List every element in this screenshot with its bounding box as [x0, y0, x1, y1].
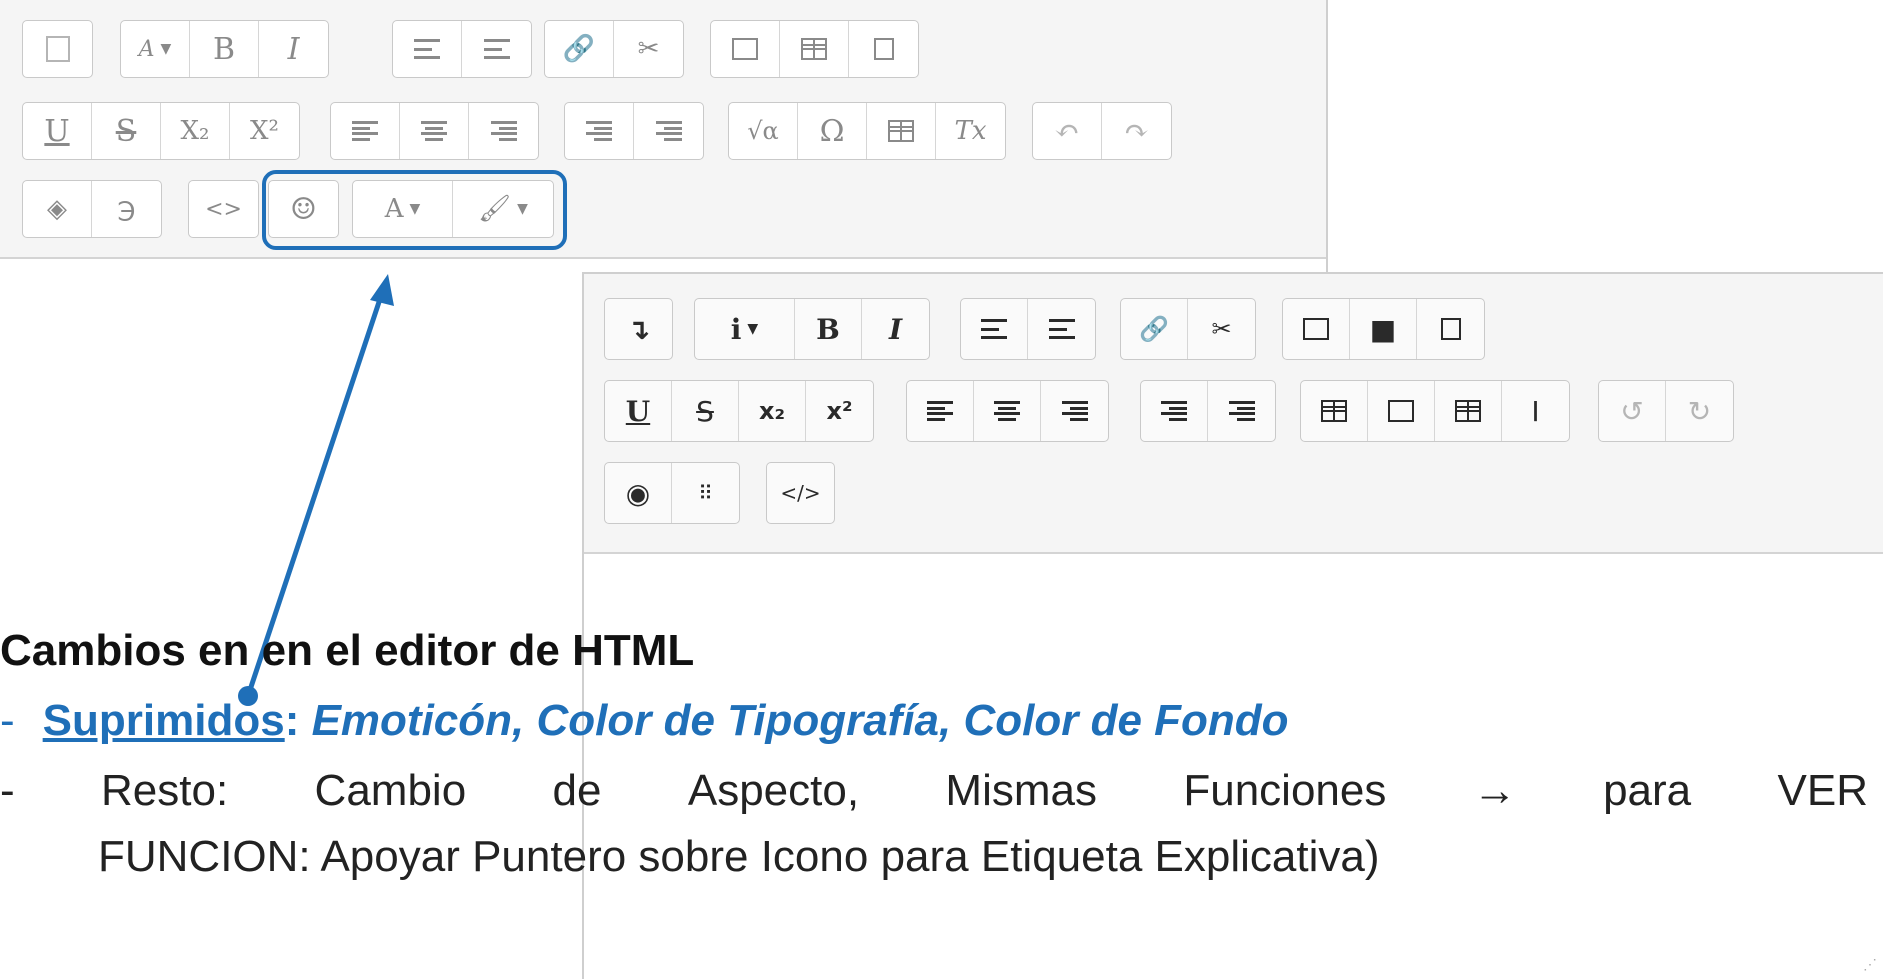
new-group-align: [906, 380, 1109, 442]
bullet-list-icon[interactable]: [393, 21, 462, 77]
new-group-indent: [1140, 380, 1276, 442]
subscript-button[interactable]: X₂: [161, 103, 230, 159]
old-group-history: ↶ ↷: [1032, 102, 1172, 160]
old-group-format: U S X₂ X²: [22, 102, 300, 160]
align-left-icon[interactable]: [907, 381, 974, 441]
new-group-lists: [960, 298, 1096, 360]
align-center-icon[interactable]: [974, 381, 1041, 441]
rest-line: - Resto: Cambio de Aspecto, Mismas Funci…: [0, 766, 1868, 815]
old-group-accessibility: ◈ ℈: [22, 180, 162, 238]
subscript-button[interactable]: x₂: [739, 381, 806, 441]
toolbar-toggle-icon[interactable]: [23, 21, 92, 77]
old-group-lists: [392, 20, 532, 78]
redo-icon[interactable]: ↻: [1666, 381, 1733, 441]
align-right-icon[interactable]: [1041, 381, 1108, 441]
new-group-links: 🔗 ✂: [1120, 298, 1256, 360]
outdent-icon[interactable]: [1141, 381, 1208, 441]
clear-formatting-button[interactable]: Tx: [936, 103, 1005, 159]
link-icon[interactable]: 🔗: [1121, 299, 1188, 359]
video-icon[interactable]: ■: [1350, 299, 1417, 359]
manage-files-icon[interactable]: [849, 21, 918, 77]
strikethrough-button[interactable]: S: [92, 103, 161, 159]
paragraph-style-button[interactable]: i ▼: [695, 299, 795, 359]
numbered-list-icon[interactable]: [1028, 299, 1095, 359]
italic-button[interactable]: I: [862, 299, 929, 359]
removed-label: Suprimidos: [42, 696, 285, 745]
table-icon[interactable]: [867, 103, 936, 159]
new-group-html: </>: [766, 462, 835, 524]
indent-icon[interactable]: [634, 103, 703, 159]
bold-button[interactable]: B: [795, 299, 862, 359]
link-icon[interactable]: 🔗: [545, 21, 614, 77]
outdent-icon[interactable]: [565, 103, 634, 159]
underline-button[interactable]: U: [23, 103, 92, 159]
new-group-insert: I: [1300, 380, 1570, 442]
equation-button[interactable]: √α: [729, 103, 798, 159]
removed-items: Emoticón, Color de Tipografía, Color de …: [311, 696, 1289, 745]
calculator-icon[interactable]: [1301, 381, 1368, 441]
table-icon[interactable]: [1435, 381, 1502, 441]
new-group-format: U S x₂ x²: [604, 380, 874, 442]
edit-icon[interactable]: [1368, 381, 1435, 441]
new-group-toggle: ↴: [604, 298, 673, 360]
old-group-links: 🔗 ✂: [544, 20, 684, 78]
font-size-button[interactable]: A ▼: [121, 21, 190, 77]
accessibility-icon[interactable]: ◉: [605, 463, 672, 523]
superscript-button[interactable]: x²: [806, 381, 873, 441]
align-left-icon[interactable]: [331, 103, 400, 159]
new-group-history: ↺ ↻: [1598, 380, 1734, 442]
html-source-button[interactable]: </>: [767, 463, 834, 523]
special-character-button[interactable]: Ω: [798, 103, 867, 159]
braille-icon[interactable]: ⠿: [672, 463, 739, 523]
html-source-button[interactable]: <>: [189, 181, 258, 237]
copy-icon[interactable]: [1417, 299, 1484, 359]
old-group-insert: √α Ω Tx: [728, 102, 1006, 160]
new-group-text: i ▼ B I: [694, 298, 930, 360]
clear-formatting-button[interactable]: I: [1502, 381, 1569, 441]
unlink-icon[interactable]: ✂: [1188, 299, 1255, 359]
undo-icon[interactable]: ↺: [1599, 381, 1666, 441]
image-icon[interactable]: [711, 21, 780, 77]
old-group-indent: [564, 102, 704, 160]
italic-button[interactable]: I: [259, 21, 328, 77]
removed-buttons-highlight: [262, 170, 567, 250]
resize-handle-icon[interactable]: ⋰: [1863, 956, 1877, 973]
align-right-icon[interactable]: [469, 103, 538, 159]
screenreader-helper-icon[interactable]: ℈: [92, 181, 161, 237]
caption-heading: Cambios en en el editor de HTML: [0, 626, 695, 675]
superscript-button[interactable]: X²: [230, 103, 299, 159]
image-icon[interactable]: [1283, 299, 1350, 359]
unlink-icon[interactable]: ✂: [614, 21, 683, 77]
rest-line-continuation: FUNCION: Apoyar Puntero sobre Icono para…: [98, 832, 1380, 881]
bold-button[interactable]: B: [190, 21, 259, 77]
old-group-media: [710, 20, 919, 78]
underline-button[interactable]: U: [605, 381, 672, 441]
numbered-list-icon[interactable]: [462, 21, 531, 77]
undo-icon[interactable]: ↶: [1033, 103, 1102, 159]
old-group-toggle: [22, 20, 93, 78]
accessibility-checker-icon[interactable]: ◈: [23, 181, 92, 237]
toolbar-toggle-icon[interactable]: ↴: [605, 299, 672, 359]
strikethrough-button[interactable]: S: [672, 381, 739, 441]
align-center-icon[interactable]: [400, 103, 469, 159]
removed-line: - Suprimidos: Emoticón, Color de Tipograf…: [0, 696, 1289, 745]
new-group-media: ■: [1282, 298, 1485, 360]
indent-icon[interactable]: [1208, 381, 1275, 441]
bullet-list-icon[interactable]: [961, 299, 1028, 359]
old-editor-toolbar: A ▼ B I 🔗 ✂ U S X₂ X² √α Ω Tx ↶ ↷ ◈ ℈ <>…: [0, 0, 1326, 259]
new-group-accessibility: ◉ ⠿: [604, 462, 740, 524]
old-group-html: <>: [188, 180, 259, 238]
redo-icon[interactable]: ↷: [1102, 103, 1171, 159]
new-editor-toolbar: ↴ i ▼ B I 🔗 ✂ ■ U S x₂ x² I ↺ ↻ ◉ ⠿ </>: [584, 274, 1883, 554]
old-group-text: A ▼ B I: [120, 20, 329, 78]
old-group-align: [330, 102, 539, 160]
media-icon[interactable]: [780, 21, 849, 77]
